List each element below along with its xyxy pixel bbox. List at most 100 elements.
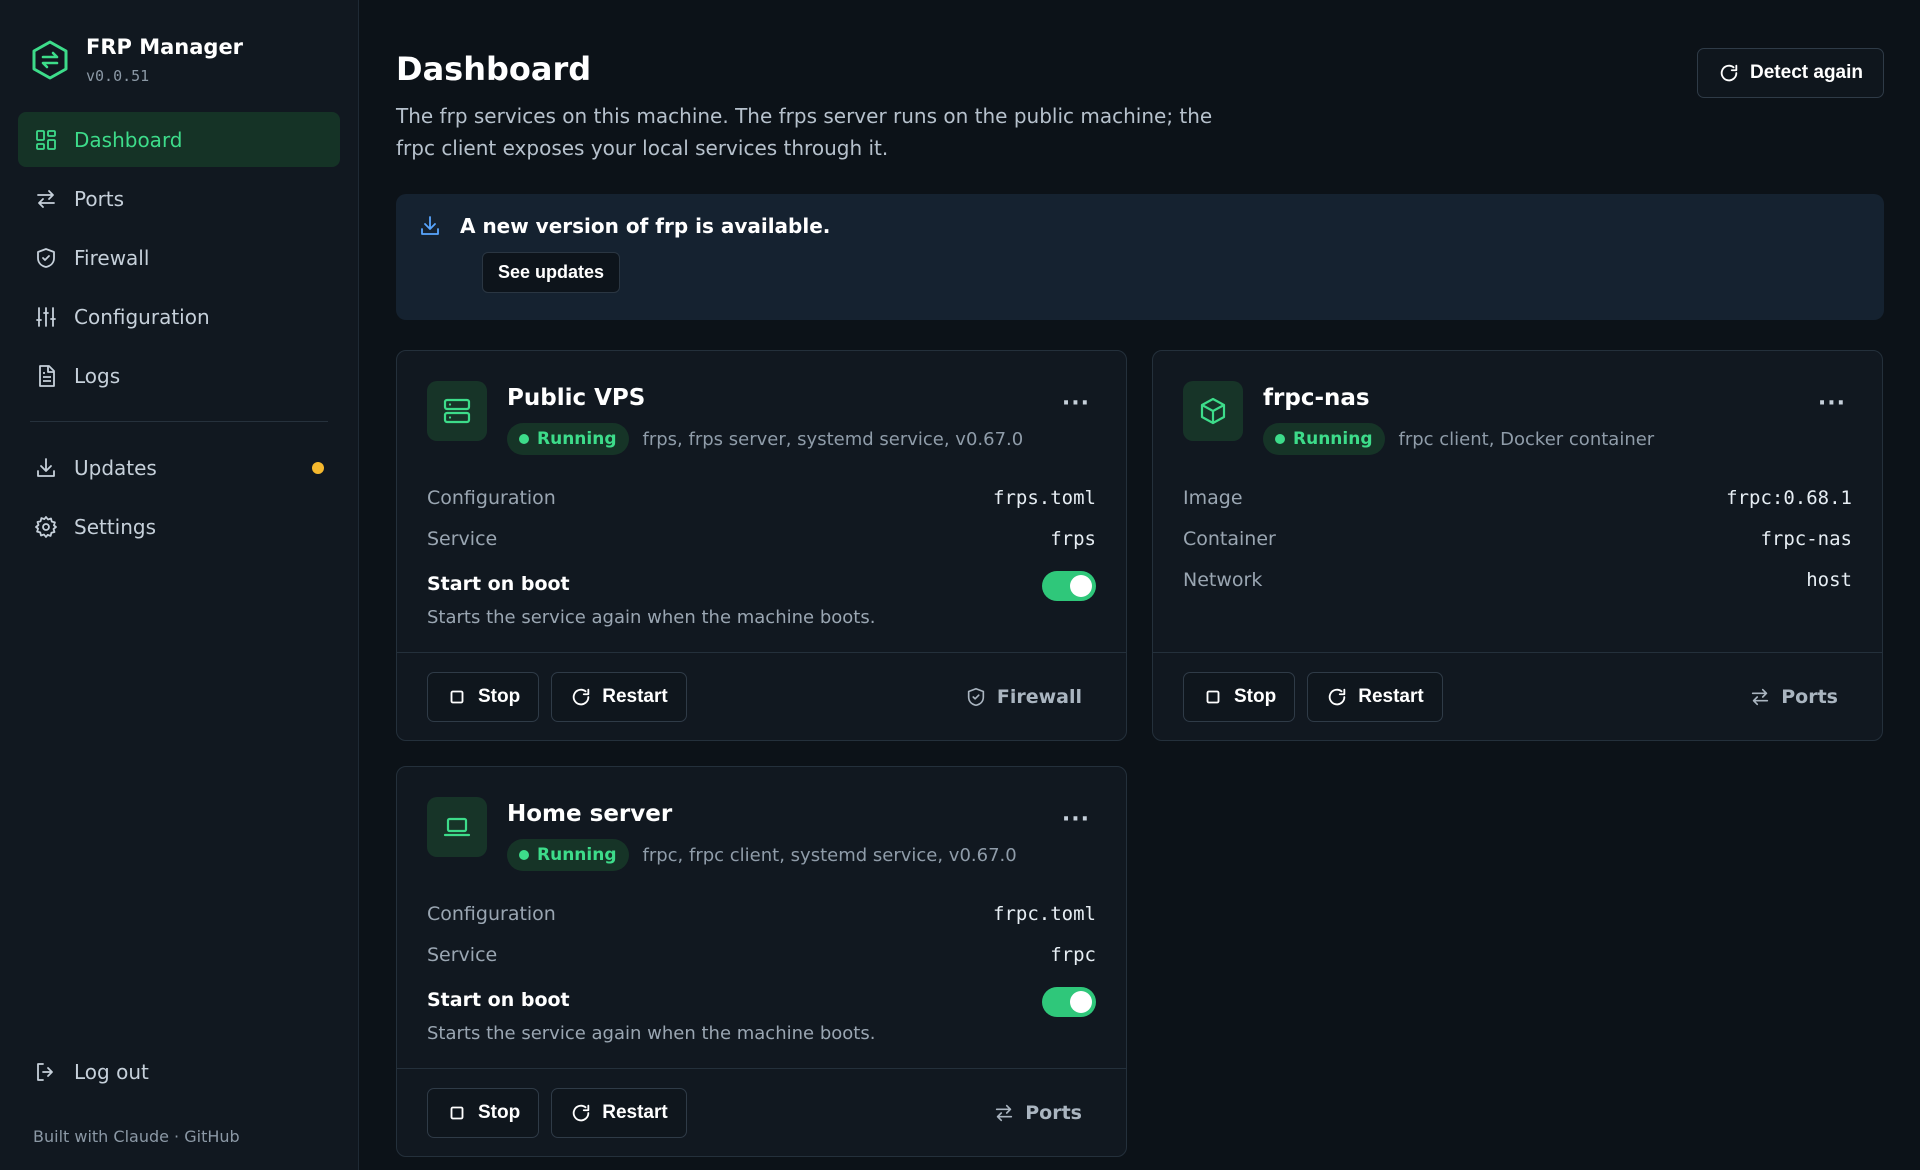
update-dot	[312, 461, 324, 474]
box-icon	[1183, 381, 1243, 441]
stop-button[interactable]: Stop	[1183, 671, 1296, 722]
ports-link[interactable]: Ports	[993, 1102, 1096, 1124]
detect-again-label: Detect again	[1750, 62, 1863, 83]
link-label: Ports	[1781, 685, 1838, 708]
status-badge: Running	[507, 423, 629, 455]
kv-value: frps.toml	[993, 486, 1096, 509]
start-on-boot-toggle[interactable]	[1042, 987, 1096, 1017]
kv-row: Service frps	[427, 518, 1096, 559]
card-title: frpc-nas	[1263, 385, 1370, 411]
more-icon[interactable]: ···	[1062, 807, 1090, 832]
card-title: Public VPS	[507, 385, 646, 411]
link-label: Firewall	[996, 685, 1082, 708]
kv-label: Configuration	[427, 486, 556, 509]
sidebar-item-configuration[interactable]: Configuration	[18, 289, 340, 344]
sidebar-item-dashboard[interactable]: Dashboard	[18, 112, 340, 167]
refresh-icon	[1329, 688, 1346, 705]
card-meta: frpc, frpc client, systemd service, v0.6…	[642, 844, 1017, 866]
download-icon	[421, 216, 439, 235]
kv-row: Configuration frpc.toml	[427, 893, 1096, 934]
status-label: Running	[537, 429, 617, 449]
brand[interactable]: FRP Manager v0.0.51	[18, 32, 340, 88]
sidebar: FRP Manager v0.0.51 Dashboard Ports Fire…	[0, 0, 359, 1170]
more-icon[interactable]: ···	[1818, 391, 1846, 416]
refresh-icon	[1720, 64, 1738, 82]
sidebar-item-ports[interactable]: Ports	[18, 171, 340, 226]
laptop-icon	[427, 797, 487, 857]
kv-row: Image frpc:0.68.1	[1183, 477, 1852, 518]
grid-icon	[36, 129, 56, 150]
shield-icon	[967, 687, 985, 706]
sidebar-item-firewall[interactable]: Firewall	[18, 230, 340, 285]
boot-description: Starts the service again when the machin…	[427, 607, 876, 628]
footer-text[interactable]: Built with Claude · GitHub	[18, 1127, 340, 1146]
page-title: Dashboard	[396, 50, 592, 88]
sidebar-item-label: Logs	[74, 363, 121, 388]
kv-label: Container	[1183, 527, 1276, 550]
kv-label: Network	[1183, 568, 1263, 591]
sidebar-item-settings[interactable]: Settings	[18, 499, 340, 554]
stop-button[interactable]: Stop	[427, 1087, 540, 1138]
stop-button[interactable]: Stop	[427, 671, 540, 722]
card-meta: frpc client, Docker container	[1398, 428, 1655, 450]
sidebar-item-label: Dashboard	[74, 127, 183, 152]
restart-label: Restart	[1358, 685, 1424, 707]
ports-link[interactable]: Ports	[1749, 686, 1852, 708]
restart-button[interactable]: Restart	[1307, 671, 1443, 722]
restart-label: Restart	[602, 685, 668, 707]
stop-icon	[450, 1106, 464, 1119]
kv-value: frpc	[1050, 943, 1096, 966]
kv-value: frpc-nas	[1760, 527, 1852, 550]
restart-label: Restart	[602, 1101, 668, 1123]
detect-again-button[interactable]: Detect again	[1697, 48, 1884, 98]
logout-label: Log out	[74, 1059, 149, 1084]
stop-icon	[450, 690, 464, 703]
kv-label: Image	[1183, 486, 1243, 509]
status-label: Running	[537, 845, 617, 865]
sidebar-item-logs[interactable]: Logs	[18, 348, 340, 403]
sidebar-item-label: Ports	[74, 186, 125, 211]
kv-label: Configuration	[427, 902, 556, 925]
kv-row: Container frpc-nas	[1183, 518, 1852, 559]
status-badge: Running	[1263, 423, 1385, 455]
sidebar-nav: Dashboard Ports Firewall Configuration L…	[18, 112, 340, 554]
logout-button[interactable]: Log out	[18, 1044, 340, 1099]
link-label: Ports	[1025, 1101, 1082, 1124]
status-badge: Running	[507, 839, 629, 871]
sidebar-item-updates[interactable]: Updates	[18, 440, 340, 495]
sidebar-item-label: Firewall	[74, 245, 150, 270]
stop-label: Stop	[478, 1101, 521, 1123]
arrows-icon	[996, 1104, 1013, 1121]
arrows-icon	[37, 189, 55, 208]
see-updates-button[interactable]: See updates	[482, 252, 621, 293]
main-content: Dashboard The frp services on this machi…	[359, 0, 1920, 1170]
kv-value: frpc:0.68.1	[1726, 486, 1852, 509]
service-card-home-server: Home server Running frpc, frpc client, s…	[396, 766, 1127, 1157]
sliders-icon	[36, 306, 56, 327]
kv-label: Service	[427, 943, 498, 966]
server-icon	[427, 381, 487, 441]
stop-icon	[1206, 690, 1220, 703]
sidebar-divider	[30, 421, 328, 422]
kv-value: host	[1806, 568, 1852, 591]
start-on-boot-toggle[interactable]	[1042, 571, 1096, 601]
firewall-link[interactable]: Firewall	[965, 686, 1096, 708]
status-label: Running	[1293, 429, 1373, 449]
kv-row: Network host	[1183, 559, 1852, 600]
card-title: Home server	[507, 801, 673, 827]
frp-logo-icon	[30, 40, 70, 80]
arrows-icon	[1752, 688, 1769, 705]
restart-button[interactable]: Restart	[551, 1087, 687, 1138]
shield-icon	[37, 247, 55, 268]
kv-value: frpc.toml	[993, 902, 1096, 925]
stop-label: Stop	[1234, 685, 1277, 707]
brand-name: FRP Manager	[86, 35, 244, 60]
refresh-icon	[573, 1104, 590, 1121]
boot-title: Start on boot	[427, 989, 570, 1011]
brand-version: v0.0.51	[86, 66, 150, 85]
kv-value: frps	[1050, 527, 1096, 550]
card-meta: frps, frps server, systemd service, v0.6…	[642, 428, 1024, 450]
more-icon[interactable]: ···	[1062, 391, 1090, 416]
refresh-icon	[573, 688, 590, 705]
restart-button[interactable]: Restart	[551, 671, 687, 722]
